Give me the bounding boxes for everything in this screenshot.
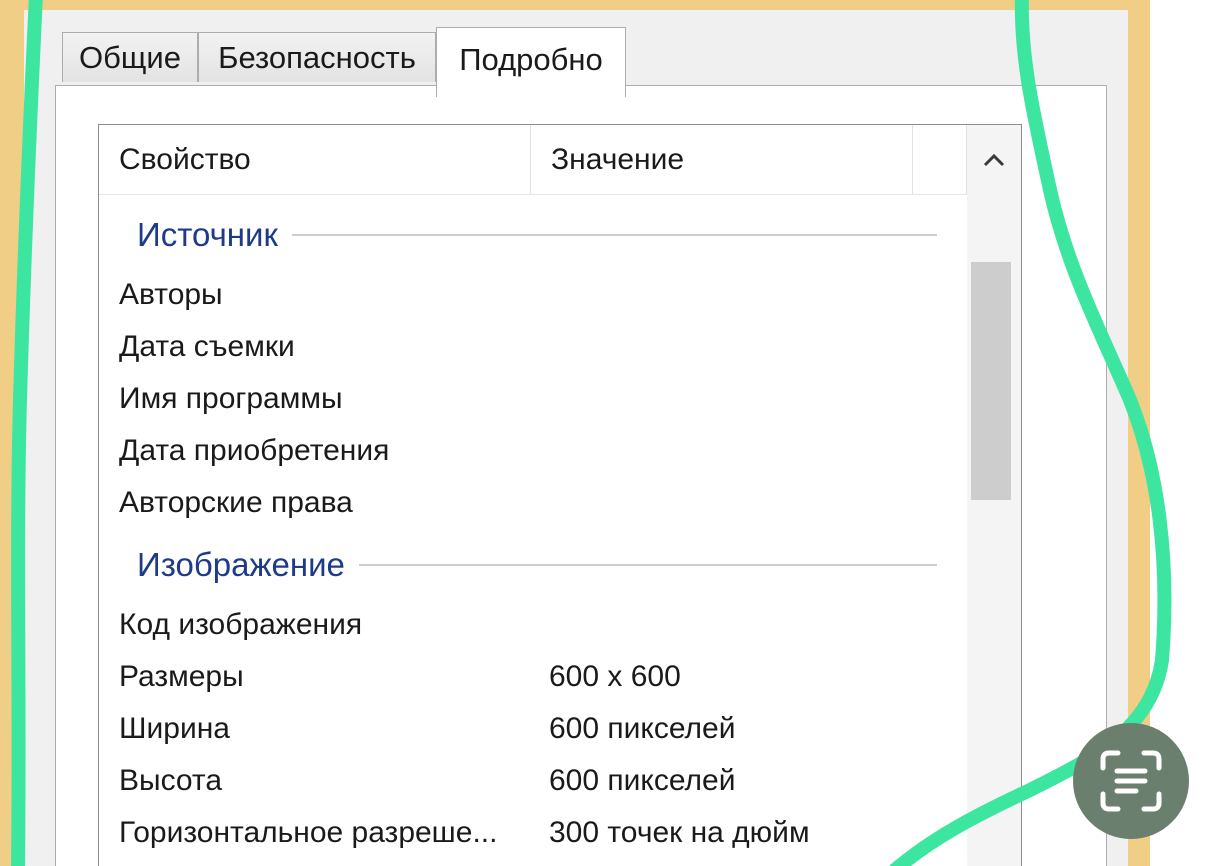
property-value — [549, 321, 949, 373]
column-header-property[interactable]: Свойство — [99, 125, 531, 195]
list-item[interactable]: Авторские права — [99, 477, 967, 529]
properties-dialog: Общие Безопасность Подробно Свойство Зна… — [24, 10, 1128, 866]
property-name: Авторские права — [119, 486, 353, 519]
scan-text-button[interactable] — [1073, 723, 1189, 839]
property-list[interactable]: Свойство Значение Источник Авторы Дата с… — [98, 124, 1022, 866]
property-value — [549, 599, 949, 651]
list-item[interactable]: Дата приобретения — [99, 425, 967, 477]
tab-details-label: Подробно — [459, 42, 603, 77]
property-value — [549, 425, 949, 477]
list-item[interactable]: Авторы — [99, 269, 967, 321]
tab-security-label: Безопасность — [218, 39, 416, 75]
property-value — [549, 477, 949, 529]
column-header-filler — [913, 125, 967, 195]
column-header-property-label: Свойство — [119, 142, 251, 176]
group-divider — [358, 564, 937, 566]
list-item[interactable]: Дата съемки — [99, 321, 967, 373]
tab-general-label: Общие — [79, 39, 181, 75]
vertical-scrollbar[interactable] — [967, 125, 1021, 866]
group-title-source: Источник — [137, 216, 278, 253]
list-item[interactable]: Код изображения — [99, 599, 967, 651]
property-name: Горизонтальное разреше... — [119, 816, 498, 849]
property-value — [549, 269, 949, 321]
list-item[interactable]: Размеры 600 x 600 — [99, 651, 967, 703]
property-value: 300 точек на дюйм — [549, 816, 810, 849]
column-header-value-label: Значение — [551, 142, 685, 176]
scroll-thumb[interactable] — [971, 262, 1011, 500]
group-header-source: Источник — [137, 215, 937, 255]
property-name: Дата съемки — [119, 330, 295, 363]
property-name: Код изображения — [119, 608, 363, 641]
group-divider — [291, 234, 937, 236]
property-value: 600 пикселей — [549, 764, 736, 797]
property-value: 600 x 600 — [549, 660, 681, 693]
property-name: Размеры — [119, 660, 244, 693]
property-name: Имя программы — [119, 382, 343, 415]
property-name: Авторы — [119, 278, 223, 311]
list-item[interactable]: Ширина 600 пикселей — [99, 703, 967, 755]
window-frame: Общие Безопасность Подробно Свойство Зна… — [0, 0, 1150, 866]
property-name: Ширина — [119, 712, 230, 745]
list-item[interactable]: Горизонтальное разреше... 300 точек на д… — [99, 807, 967, 859]
column-header-value[interactable]: Значение — [531, 125, 913, 195]
details-panel: Свойство Значение Источник Авторы Дата с… — [55, 85, 1107, 866]
group-title-image: Изображение — [137, 546, 345, 583]
property-value — [549, 373, 949, 425]
property-name: Дата приобретения — [119, 434, 390, 467]
property-name: Высота — [119, 764, 223, 797]
group-header-image: Изображение — [137, 545, 937, 585]
scroll-up-button[interactable] — [967, 125, 1021, 195]
tab-security[interactable]: Безопасность — [198, 32, 436, 82]
property-value: 600 пикселей — [549, 712, 736, 745]
tab-details[interactable]: Подробно — [436, 27, 626, 97]
tab-general[interactable]: Общие — [62, 32, 198, 82]
list-item[interactable]: Высота 600 пикселей — [99, 755, 967, 807]
chevron-up-icon — [983, 153, 1005, 167]
scan-text-icon — [1100, 750, 1162, 812]
list-item[interactable]: Имя программы — [99, 373, 967, 425]
